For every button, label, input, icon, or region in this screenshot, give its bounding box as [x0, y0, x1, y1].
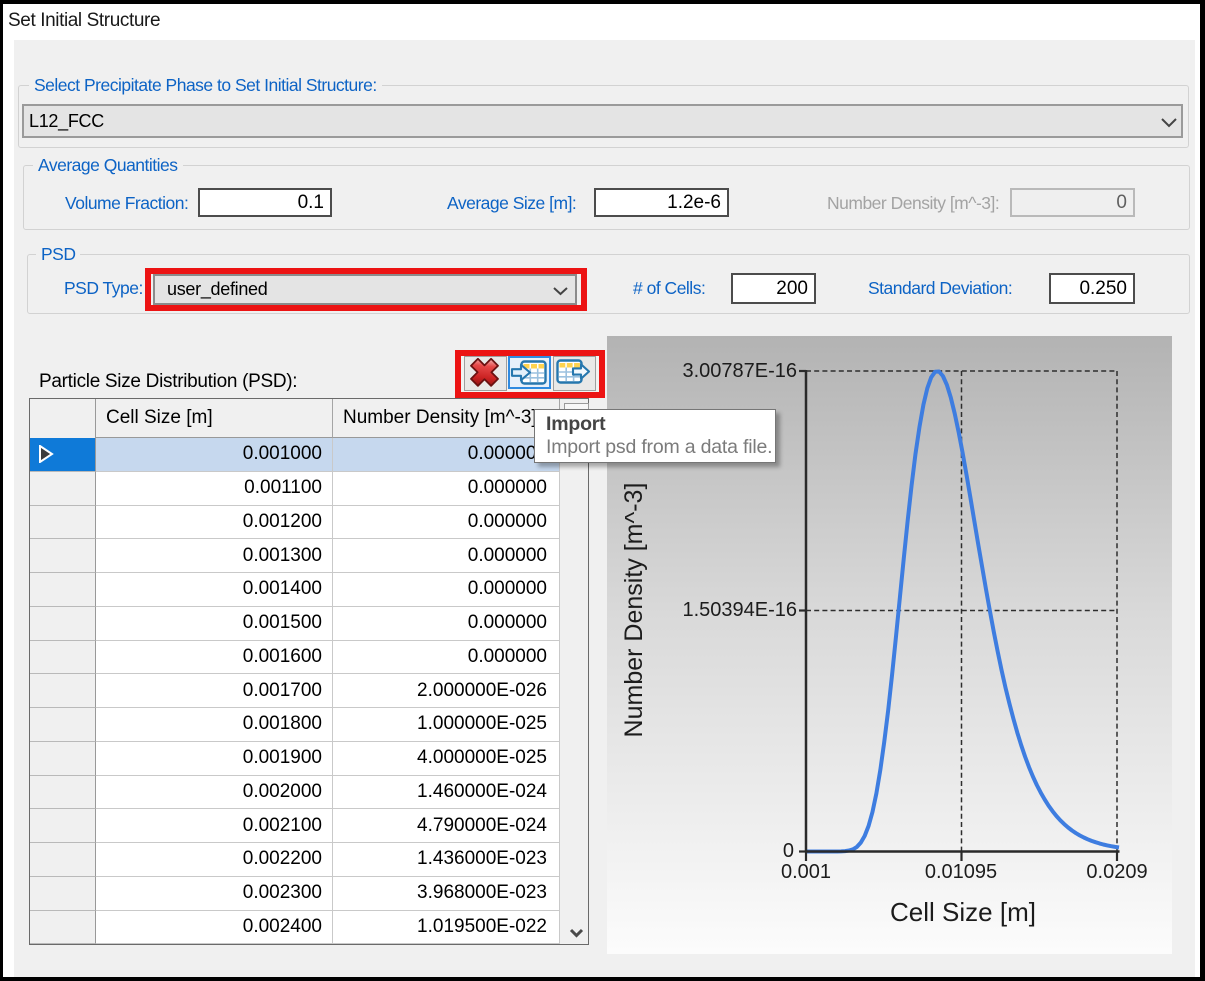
- svg-text:0.01095: 0.01095: [925, 861, 997, 883]
- svg-text:Number Density [m^-3]: Number Density [m^-3]: [620, 483, 648, 738]
- svg-text:0.001: 0.001: [781, 861, 831, 883]
- svg-text:Cell Size [m]: Cell Size [m]: [890, 897, 1036, 927]
- svg-text:1.50394E-16: 1.50394E-16: [682, 599, 797, 621]
- svg-text:0.0209: 0.0209: [1086, 861, 1147, 883]
- svg-text:0: 0: [783, 840, 794, 862]
- svg-text:3.00787E-16: 3.00787E-16: [682, 360, 797, 382]
